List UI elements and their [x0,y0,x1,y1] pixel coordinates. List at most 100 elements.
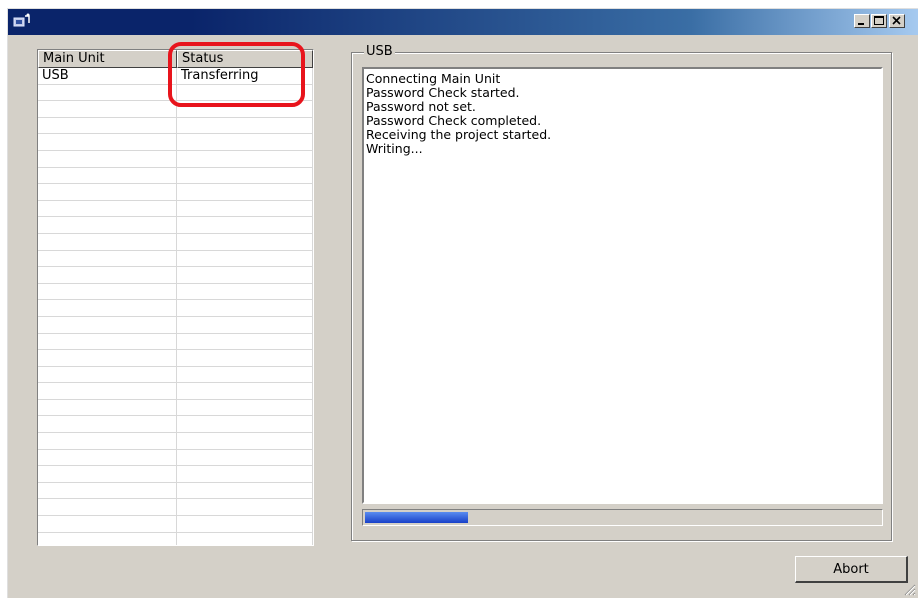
main-unit-column-header[interactable]: Main Unit [38,50,177,68]
close-button[interactable] [889,14,905,28]
unit-list-rows: USB Transferring [38,68,313,545]
empty-cell [38,316,177,333]
empty-cell [38,267,177,283]
empty-table-row [38,150,313,168]
log-line: Receiving the project started. [366,127,552,142]
empty-cell [177,184,313,200]
log-group-label: USB [364,44,395,60]
empty-cell [38,350,177,366]
empty-cell [177,383,313,399]
table-row[interactable]: USB Transferring [38,68,313,85]
transfer-window: Main Unit Status USB Transferring USB Co… [7,8,918,598]
empty-cell [38,134,177,150]
empty-table-row [38,433,313,450]
title-bar[interactable] [8,9,918,35]
empty-cell [177,449,313,466]
log-line: Password Check completed. [366,113,542,128]
empty-cell [38,333,177,350]
empty-cell [38,466,177,482]
status-column-header[interactable]: Status [177,50,313,68]
empty-cell [177,200,313,217]
empty-table-row [38,383,313,400]
empty-cell [177,134,313,150]
empty-table-row [38,532,313,545]
status-cell: Transferring [177,68,313,84]
empty-cell [177,117,313,134]
empty-table-row [38,84,313,102]
maximize-icon [874,16,884,25]
empty-cell [177,250,313,267]
empty-cell [38,150,177,167]
empty-table-row [38,333,313,351]
empty-cell [38,167,177,184]
empty-table-row [38,117,313,135]
empty-cell [177,267,313,283]
empty-cell [38,233,177,250]
minimize-button[interactable] [854,14,870,28]
empty-cell [177,84,313,101]
minimize-icon [858,23,864,25]
empty-cell [177,300,313,316]
resize-grip-icon[interactable] [902,582,916,596]
empty-cell [177,150,313,167]
empty-table-row [38,416,313,434]
empty-table-row [38,233,313,251]
empty-table-row [38,516,313,533]
transfer-progress-bar [362,509,883,526]
empty-table-row [38,466,313,483]
progress-fill [365,512,468,523]
empty-cell [177,399,313,416]
empty-cell [38,499,177,516]
empty-cell [177,217,313,233]
empty-cell [38,433,177,449]
empty-table-row [38,250,313,268]
empty-cell [38,300,177,316]
empty-cell [177,433,313,449]
empty-table-row [38,350,313,367]
close-icon [892,16,901,25]
empty-cell [177,101,313,117]
empty-cell [177,482,313,499]
empty-table-row [38,300,313,317]
empty-cell [38,516,177,532]
empty-cell [177,283,313,300]
empty-cell [177,516,313,532]
empty-cell [177,350,313,366]
empty-cell [177,233,313,250]
empty-cell [38,399,177,416]
abort-button[interactable]: Abort [795,556,908,583]
empty-cell [38,416,177,433]
empty-table-row [38,366,313,384]
empty-cell [177,366,313,383]
log-line: Connecting Main Unit [366,71,501,86]
empty-cell [38,217,177,233]
empty-cell [38,366,177,383]
empty-table-row [38,184,313,201]
empty-cell [38,250,177,267]
transfer-log[interactable]: Connecting Main Unit Password Check star… [362,67,883,504]
empty-table-row [38,167,313,185]
empty-cell [177,416,313,433]
empty-cell [38,482,177,499]
empty-table-row [38,134,313,151]
main-unit-cell: USB [38,68,177,84]
empty-cell [177,466,313,482]
empty-cell [177,499,313,516]
transfer-app-icon [13,13,30,27]
log-line: Writing... [366,141,423,156]
empty-table-row [38,267,313,284]
empty-cell [177,316,313,333]
unit-list-header: Main Unit Status [38,50,313,68]
empty-cell [38,184,177,200]
empty-cell [38,84,177,101]
unit-list[interactable]: Main Unit Status USB Transferring [37,49,314,546]
log-line: Password Check started. [366,85,520,100]
maximize-button[interactable] [871,14,887,28]
empty-table-row [38,399,313,417]
log-line: Password not set. [366,99,476,114]
empty-cell [38,449,177,466]
empty-table-row [38,200,313,218]
empty-cell [177,333,313,350]
empty-cell [177,167,313,184]
empty-table-row [38,482,313,500]
